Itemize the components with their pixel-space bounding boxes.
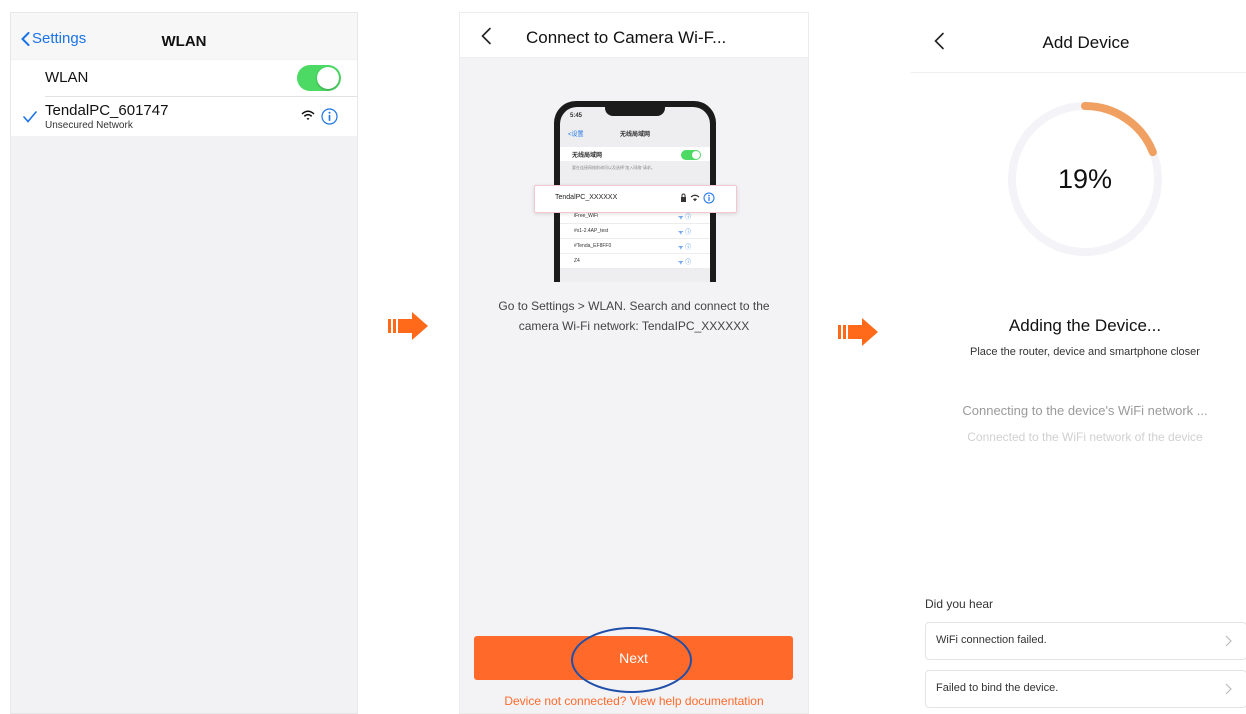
wlan-row-label: WLAN — [45, 69, 89, 86]
add-device-screen: Add Device 19% Adding the Device... Plac… — [911, 12, 1246, 712]
help-documentation-link[interactable]: Device not connected? View help document… — [460, 694, 808, 708]
phone-toggle — [681, 150, 701, 160]
wifi-info-icon: ᯤ ⓘ — [678, 245, 692, 251]
phone-network-name: iFree_WiFi — [574, 213, 599, 219]
network-subtitle: Unsecured Network — [45, 120, 133, 131]
phone-notch — [605, 107, 665, 116]
back-chevron-icon[interactable] — [933, 32, 945, 50]
page-title: WLAN — [161, 33, 207, 50]
wlan-toggle[interactable] — [297, 65, 341, 91]
toggle-knob — [317, 67, 339, 89]
faq-item-label: Failed to bind the device. — [936, 682, 1059, 694]
phone-time: 5:45 — [570, 113, 583, 119]
instruction-text: Go to Settings > WLAN. Search and connec… — [498, 299, 770, 333]
wifi-icon — [301, 110, 315, 120]
checkmark-icon — [23, 111, 37, 123]
faq-item-label: WiFi connection failed. — [936, 634, 1047, 646]
page-title: Connect to Camera Wi-F... — [526, 28, 727, 47]
phone-network-row: #x1-2.4AP_test ᯤ ⓘ — [560, 224, 710, 239]
lock-wifi-info-icon — [681, 192, 715, 204]
chevron-right-icon — [1225, 683, 1232, 695]
arrow-right-icon — [838, 318, 878, 346]
phone-wlan-row: 无线局域网 — [560, 147, 710, 161]
header: Connect to Camera Wi-F... — [460, 13, 808, 58]
phone-network-name: #Tenda_EF8FF0 — [574, 243, 612, 249]
connect-camera-wifi-screen: Connect to Camera Wi-F... 5:45 <设置 无线局域网… — [459, 12, 809, 714]
faq-title: Did you hear — [925, 597, 994, 611]
wifi-info-icon: ᯤ ⓘ — [678, 260, 692, 266]
back-chevron-icon[interactable] — [480, 27, 492, 45]
faq-item-bind-failed[interactable]: Failed to bind the device. — [925, 670, 1246, 708]
page-title: Add Device — [1042, 33, 1130, 52]
network-ssid[interactable]: TendalPC_601747 — [45, 102, 168, 119]
adding-heading: Adding the Device... — [1008, 316, 1162, 335]
annotation-circle — [571, 627, 692, 693]
next-step-text: Connected to the WiFi network of the dev… — [967, 430, 1203, 444]
wifi-info-icon: ᯤ ⓘ — [678, 230, 692, 236]
chevron-right-icon — [1225, 635, 1232, 647]
arrow-right-icon — [388, 312, 428, 340]
phone-title: 无线局域网 — [619, 132, 650, 138]
phone-network-name: Z4 — [574, 258, 580, 264]
faq-item-wifi-failed[interactable]: WiFi connection failed. — [925, 622, 1246, 660]
highlighted-ssid: TendalPC_XXXXXX — [555, 194, 618, 201]
placement-hint: Place the router, device and smartphone … — [970, 346, 1200, 358]
phone-network-row: #Tenda_EF8FF0 ᯤ ⓘ — [560, 239, 710, 254]
current-step-text: Connecting to the device's WiFi network … — [962, 403, 1208, 418]
progress-percent: 19% — [1057, 164, 1113, 194]
info-icon[interactable] — [321, 108, 338, 125]
divider — [911, 72, 1246, 73]
phone-network-row: Z4 ᯤ ⓘ — [560, 254, 710, 269]
divider — [45, 96, 357, 97]
phone-wlan-label: 无线局域网 — [572, 153, 603, 159]
wlan-list: WLAN TendalPC_601747 Unsecured Network — [11, 60, 357, 136]
nav-bar: Settings WLAN — [11, 13, 357, 59]
phone-note: 要在连接网络前询问以及选择"加入网络"请求。 — [572, 165, 655, 170]
phone-network-name: #x1-2.4AP_test — [574, 228, 609, 234]
ios-wlan-settings-screen: Settings WLAN WLAN TendalPC_601747 Unsec… — [10, 12, 358, 714]
content-area: 5:45 <设置 无线局域网 无线局域网 要在连接网络前询问以及选择"加入网络"… — [460, 58, 808, 713]
highlighted-network-row: TendalPC_XXXXXX — [534, 185, 737, 213]
wifi-info-icon: ᯤ ⓘ — [678, 215, 692, 221]
